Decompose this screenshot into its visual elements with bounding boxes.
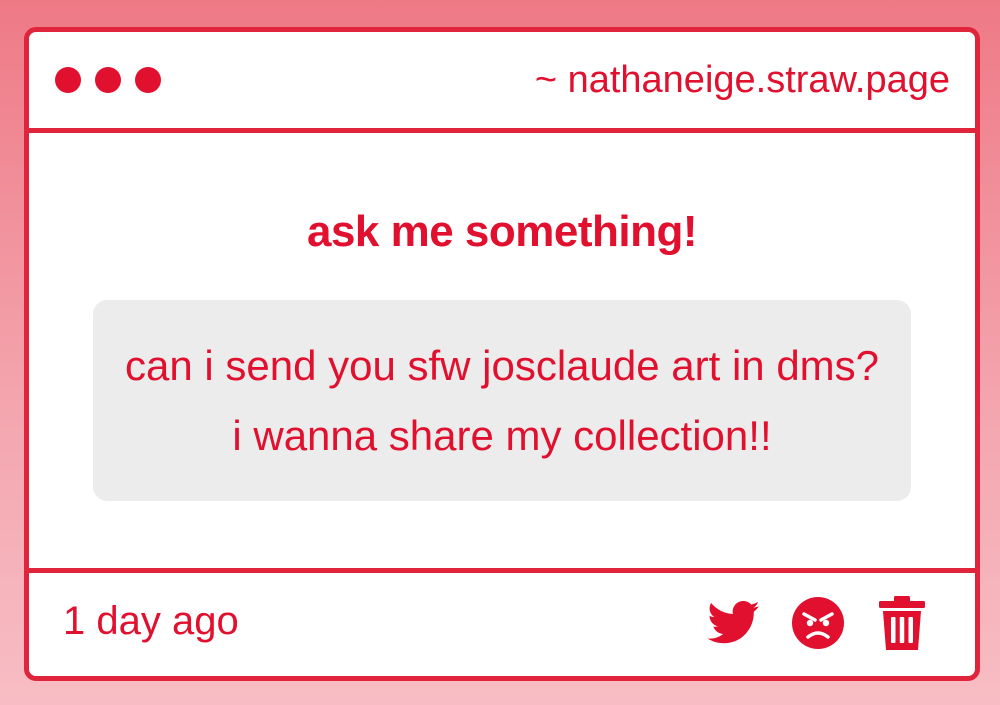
question-card: can i send you sfw josclaude art in dms?… — [93, 300, 911, 501]
window: ~ nathaneige.straw.page ask me something… — [24, 27, 980, 681]
window-dot-3[interactable] — [135, 67, 161, 93]
delete-button[interactable] — [873, 594, 931, 652]
trash-icon — [879, 596, 925, 650]
window-controls — [55, 67, 161, 93]
timestamp: 1 day ago — [63, 599, 239, 643]
twitter-icon — [707, 601, 760, 644]
window-dot-1[interactable] — [55, 67, 81, 93]
content-area: ask me something! can i send you sfw jos… — [29, 133, 975, 569]
footer: 1 day ago — [29, 568, 975, 676]
page-title: ask me something! — [306, 207, 698, 256]
title-bar: ~ nathaneige.straw.page — [29, 32, 975, 133]
action-bar — [705, 594, 931, 652]
block-button[interactable] — [789, 594, 847, 652]
window-dot-2[interactable] — [95, 67, 121, 93]
question-text: can i send you sfw josclaude art in dms?… — [124, 341, 880, 459]
share-twitter-button[interactable] — [705, 594, 763, 652]
angry-face-icon — [792, 597, 844, 649]
page-url[interactable]: ~ nathaneige.straw.page — [535, 57, 950, 103]
